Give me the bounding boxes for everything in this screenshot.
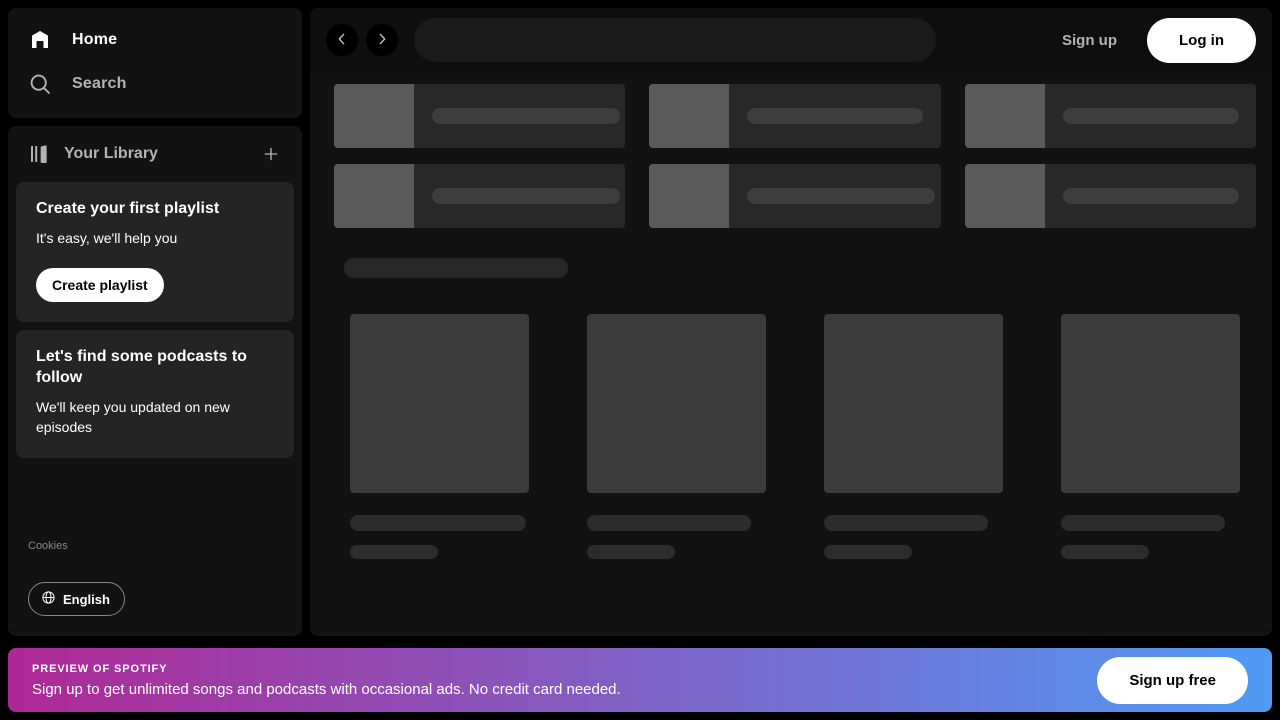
main-content: Sign up Log in [310, 8, 1272, 636]
primary-nav-panel: Home Search [8, 8, 302, 118]
shortcut-thumbnail-placeholder [964, 84, 1045, 148]
sidebar-item-label: Home [72, 31, 118, 48]
banner-eyebrow: PREVIEW OF SPOTIFY [32, 662, 168, 675]
album-card-skeleton[interactable] [334, 298, 545, 575]
album-cover-placeholder [350, 314, 529, 493]
promo-subtitle: It's easy, we'll help you [36, 229, 178, 246]
chevron-right-icon [374, 31, 390, 50]
banner-text: PREVIEW OF SPOTIFY Sign up to get unlimi… [32, 663, 621, 698]
album-cover-placeholder [587, 314, 766, 493]
find-podcasts-promo: Let's find some podcasts to follow We'll… [16, 329, 294, 458]
language-label: English [63, 591, 110, 607]
shortcut-card-skeleton[interactable] [964, 164, 1256, 228]
shortcut-title-placeholder [1062, 188, 1239, 204]
content-area [310, 72, 1272, 575]
sidebar-item-search[interactable]: Search [8, 64, 302, 104]
topbar-actions: Sign up Log in [1040, 17, 1256, 63]
album-skeleton-grid [334, 298, 1256, 575]
album-subtitle-placeholder [824, 545, 912, 559]
sidebar-footer: Cookies English [8, 536, 302, 636]
promo-title: Create your first playlist [36, 200, 220, 217]
search-icon [28, 72, 52, 96]
preview-signup-banner: PREVIEW OF SPOTIFY Sign up to get unlimi… [8, 648, 1272, 712]
forward-button[interactable] [366, 24, 398, 56]
album-title-placeholder [824, 515, 988, 531]
shortcut-thumbnail-placeholder [334, 84, 414, 148]
globe-icon [41, 590, 56, 608]
home-icon [28, 28, 52, 52]
album-card-skeleton[interactable] [808, 298, 1019, 575]
shortcut-card-skeleton[interactable] [649, 164, 941, 228]
promo-subtitle: We'll keep you updated on new episodes [36, 399, 230, 436]
your-library-label[interactable]: Your Library [64, 145, 246, 163]
banner-headline: Sign up to get unlimited songs and podca… [32, 680, 621, 698]
album-card-skeleton[interactable] [571, 298, 782, 575]
library-header: Your Library [8, 126, 302, 182]
shortcut-title-placeholder [747, 108, 924, 124]
topbar-loading-placeholder [414, 18, 936, 62]
album-subtitle-placeholder [350, 545, 438, 559]
section-title-placeholder [344, 258, 568, 278]
shortcut-title-placeholder [432, 188, 620, 204]
cookies-link[interactable]: Cookies [28, 540, 68, 552]
album-cover-placeholder [824, 314, 1003, 493]
your-library-panel: Your Library Create your first playlist … [8, 126, 302, 636]
sidebar-item-label: Search [72, 75, 127, 92]
spotify-web-player: Home Search Your Library Create your fir… [0, 0, 1280, 720]
shortcut-thumbnail-placeholder [649, 164, 730, 228]
shortcut-card-skeleton[interactable] [964, 84, 1256, 148]
plus-icon[interactable] [258, 141, 284, 167]
album-subtitle-placeholder [1061, 545, 1149, 559]
album-title-placeholder [350, 515, 526, 531]
create-playlist-button[interactable]: Create playlist [36, 267, 164, 302]
shortcut-card-skeleton[interactable] [334, 164, 626, 228]
album-title-placeholder [587, 515, 751, 531]
album-subtitle-placeholder [587, 545, 675, 559]
top-bar: Sign up Log in [310, 8, 1272, 72]
sidebar-item-home[interactable]: Home [8, 20, 302, 60]
language-button[interactable]: English [28, 582, 125, 616]
chevron-left-icon [334, 31, 350, 50]
shortcut-thumbnail-placeholder [649, 84, 730, 148]
album-cover-placeholder [1061, 314, 1240, 493]
album-title-placeholder [1061, 515, 1225, 531]
shortcut-title-placeholder [1062, 108, 1239, 124]
shortcut-title-placeholder [432, 108, 620, 124]
create-playlist-promo: Create your first playlist It's easy, we… [16, 182, 294, 322]
shortcut-thumbnail-placeholder [334, 164, 414, 228]
album-card-skeleton[interactable] [1045, 298, 1256, 575]
shortcut-thumbnail-placeholder [964, 164, 1045, 228]
promo-title: Let's find some podcasts to follow [36, 347, 247, 387]
sidebar: Home Search Your Library Create your fir… [8, 8, 302, 636]
shortcut-card-skeleton[interactable] [334, 84, 626, 148]
log-in-button[interactable]: Log in [1147, 17, 1256, 63]
shortcut-title-placeholder [747, 188, 936, 204]
back-button[interactable] [326, 24, 358, 56]
shortcut-card-skeleton[interactable] [649, 84, 941, 148]
shortcut-skeleton-grid [334, 84, 1256, 228]
library-icon [28, 142, 52, 166]
sign-up-button[interactable]: Sign up [1040, 24, 1139, 57]
sign-up-free-button[interactable]: Sign up free [1097, 656, 1248, 704]
